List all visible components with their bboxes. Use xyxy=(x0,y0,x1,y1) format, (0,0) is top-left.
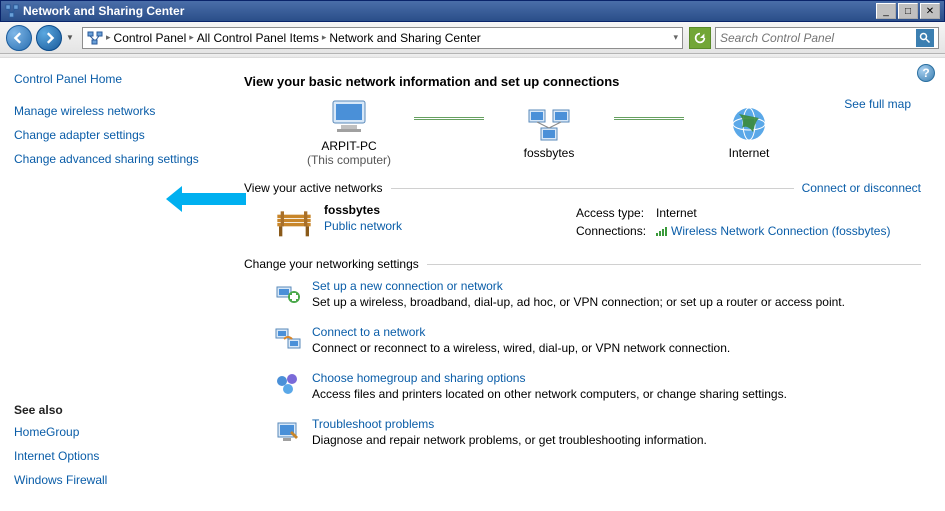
close-button[interactable]: ✕ xyxy=(920,3,940,19)
map-node-network[interactable]: fossbytes xyxy=(484,104,614,160)
sidebar-link-advanced[interactable]: Change advanced sharing settings xyxy=(14,152,218,166)
new-connection-icon xyxy=(274,279,302,307)
setting-homegroup[interactable]: Choose homegroup and sharing options Acc… xyxy=(274,371,921,401)
see-also-firewall[interactable]: Windows Firewall xyxy=(14,473,218,487)
see-also-internet-options[interactable]: Internet Options xyxy=(14,449,218,463)
setting-troubleshoot[interactable]: Troubleshoot problems Diagnose and repai… xyxy=(274,417,921,447)
see-also-heading: See also xyxy=(14,403,218,417)
minimize-button[interactable]: _ xyxy=(876,3,896,19)
breadcrumb-item[interactable]: All Control Panel Items xyxy=(197,31,319,45)
network-icon xyxy=(87,30,103,46)
active-networks-heading: View your active networks xyxy=(244,181,383,195)
connect-network-icon xyxy=(274,325,302,353)
access-type-label: Access type: xyxy=(576,205,654,221)
signal-icon xyxy=(656,225,668,239)
troubleshoot-icon xyxy=(274,417,302,445)
see-full-map-link[interactable]: See full map xyxy=(844,97,911,111)
nav-bar: ▼ ▸ Control Panel ▸ All Control Panel It… xyxy=(0,22,945,54)
help-button[interactable]: ? xyxy=(917,64,935,82)
change-settings-heading: Change your networking settings xyxy=(244,257,419,271)
setting-new-connection[interactable]: Set up a new connection or network Set u… xyxy=(274,279,921,309)
maximize-button[interactable]: □ xyxy=(898,3,918,19)
map-node-internet[interactable]: Internet xyxy=(684,104,814,160)
main-content: View your basic network information and … xyxy=(232,58,945,511)
window-title: Network and Sharing Center xyxy=(23,4,184,18)
breadcrumb-dropdown[interactable]: ▾ xyxy=(673,32,678,43)
search-icon[interactable] xyxy=(916,29,934,47)
connections-label: Connections: xyxy=(576,223,654,240)
control-panel-home-link[interactable]: Control Panel Home xyxy=(14,72,218,86)
breadcrumb-item[interactable]: Network and Sharing Center xyxy=(329,31,480,45)
app-icon xyxy=(5,4,19,18)
breadcrumb[interactable]: ▸ Control Panel ▸ All Control Panel Item… xyxy=(82,27,683,49)
sidebar-link-adapter[interactable]: Change adapter settings xyxy=(14,128,218,142)
history-dropdown[interactable]: ▼ xyxy=(66,33,78,42)
map-node-this-pc[interactable]: ARPIT-PC (This computer) xyxy=(284,97,414,167)
connections-link[interactable]: Wireless Network Connection (fossbytes) xyxy=(656,223,898,240)
breadcrumb-item[interactable]: Control Panel xyxy=(114,31,187,45)
setting-connect-network[interactable]: Connect to a network Connect or reconnec… xyxy=(274,325,921,355)
annotation-arrow-icon xyxy=(166,186,246,212)
network-node-icon xyxy=(527,104,571,144)
access-type-value: Internet xyxy=(656,205,898,221)
active-network-type-link[interactable]: Public network xyxy=(324,219,402,233)
homegroup-icon xyxy=(274,371,302,399)
page-heading: View your basic network information and … xyxy=(244,74,921,89)
see-also-homegroup[interactable]: HomeGroup xyxy=(14,425,218,439)
title-bar: Network and Sharing Center _ □ ✕ xyxy=(0,0,945,22)
search-box[interactable] xyxy=(715,27,939,49)
sidebar-link-wireless[interactable]: Manage wireless networks xyxy=(14,104,218,118)
sidebar: Control Panel Home Manage wireless netwo… xyxy=(0,58,232,511)
refresh-button[interactable] xyxy=(689,27,711,49)
bench-icon xyxy=(274,203,314,243)
connect-disconnect-link[interactable]: Connect or disconnect xyxy=(802,181,921,195)
globe-icon xyxy=(727,104,771,144)
computer-icon xyxy=(327,97,371,137)
active-network-name: fossbytes xyxy=(324,203,402,217)
forward-button[interactable] xyxy=(36,25,62,51)
search-input[interactable] xyxy=(720,31,916,45)
back-button[interactable] xyxy=(6,25,32,51)
